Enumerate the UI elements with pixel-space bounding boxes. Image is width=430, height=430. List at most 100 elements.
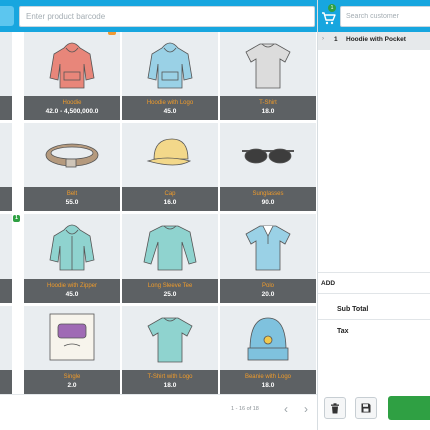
- product-tile[interactable]: Hoodie 42.0 - 4,500,000.0 12: [24, 32, 120, 120]
- product-image: [24, 306, 120, 368]
- product-tile[interactable]: Polo 20.0: [220, 214, 316, 303]
- product-image: [24, 32, 120, 94]
- product-name: Hoodie with Zipper: [46, 283, 98, 289]
- product-price: 90.0: [261, 199, 275, 206]
- zip-hoodie-icon: [49, 224, 95, 271]
- product-name: Long Sleeve Tee: [147, 283, 193, 289]
- product-tile[interactable]: Single 2.0: [24, 306, 120, 394]
- checkout-button[interactable]: [388, 396, 430, 420]
- album-icon: [49, 313, 95, 361]
- add-row[interactable]: ADD: [318, 272, 430, 294]
- product-tile[interactable]: Long Sleeve Tee 25.0: [122, 214, 218, 303]
- cart-line-item[interactable]: › 1 Hoodie with Pocket: [318, 32, 430, 50]
- product-price: 18.0: [261, 382, 275, 389]
- hoodie-icon: [49, 42, 95, 89]
- product-tile[interactable]: Sunglasses 90.0: [220, 123, 316, 211]
- product-name: Cap: [164, 191, 176, 197]
- stock-badge: 12: [108, 32, 116, 35]
- cart-line-name: Hoodie with Pocket: [346, 36, 406, 43]
- stock-badge: 1: [13, 215, 20, 222]
- add-label[interactable]: ADD: [321, 280, 335, 287]
- product-name: Hoodie: [62, 100, 82, 106]
- cart-panel: 1 › 1 Hoodie with Pocket ADD Sub Total T…: [317, 0, 430, 430]
- polo-icon: [245, 225, 291, 271]
- product-name: Hoodie with Logo: [146, 100, 194, 106]
- prev-page-button[interactable]: ‹: [278, 401, 294, 417]
- product-panel: Hoodie 42.0 - 4,500,000.0 12 Hoodie with Lo…: [0, 0, 317, 430]
- product-tile[interactable]: Cap 16.0: [122, 123, 218, 211]
- next-page-button[interactable]: ›: [298, 401, 314, 417]
- product-name: Sunglasses: [252, 191, 284, 197]
- product-grid: Hoodie 42.0 - 4,500,000.0 12 Hoodie with Lo…: [0, 32, 317, 394]
- product-label-bar: Belt 55.0: [24, 187, 120, 211]
- product-name: Single: [63, 374, 81, 380]
- pagination-bar: 1 - 16 of 18 ‹ ›: [0, 394, 317, 430]
- trash-icon: [331, 402, 339, 413]
- product-label-bar: Sunglasses 90.0: [220, 187, 316, 211]
- tax-row: Tax: [318, 321, 430, 343]
- product-label-bar: [0, 96, 12, 120]
- product-image: [122, 306, 218, 368]
- product-label-bar: Long Sleeve Tee 25.0: [122, 279, 218, 303]
- product-label-bar: Cap 16.0: [122, 187, 218, 211]
- product-tile[interactable]: Belt 55.0: [24, 123, 120, 211]
- product-label-bar: T-Shirt with Logo 18.0: [122, 370, 218, 394]
- expand-arrow-icon[interactable]: ›: [322, 36, 324, 42]
- product-price: 16.0: [163, 199, 177, 206]
- product-price: 42.0 - 4,500,000.0: [45, 108, 99, 115]
- product-name: Belt: [66, 191, 78, 197]
- product-name: Beanie with Logo: [244, 374, 292, 380]
- product-image: [122, 32, 218, 94]
- product-tile[interactable]: Hoodie with Zipper 45.0: [24, 214, 120, 303]
- barcode-search-input[interactable]: [19, 6, 315, 27]
- tshirt-icon: [245, 43, 291, 89]
- product-tile-partial[interactable]: [0, 306, 12, 394]
- subtotal-row: Sub Total: [318, 298, 430, 320]
- product-label-bar: [0, 279, 12, 303]
- product-label-bar: Beanie with Logo 18.0: [220, 370, 316, 394]
- belt-icon: [45, 143, 99, 168]
- pagination-summary: 1 - 16 of 18: [231, 406, 259, 412]
- product-label-bar: Polo 20.0: [220, 279, 316, 303]
- product-price: 25.0: [163, 291, 177, 298]
- product-price: 18.0: [163, 382, 177, 389]
- long-sleeve-icon: [143, 225, 197, 271]
- product-image: [220, 214, 316, 276]
- product-image: [220, 123, 316, 185]
- delete-cart-button[interactable]: [324, 397, 346, 419]
- product-tile[interactable]: T-Shirt 18.0: [220, 32, 316, 120]
- save-cart-button[interactable]: [355, 397, 377, 419]
- product-price: 45.0: [163, 108, 177, 115]
- product-image: [122, 214, 218, 276]
- product-tile-partial[interactable]: [0, 214, 12, 303]
- product-label-bar: T-Shirt 18.0: [220, 96, 316, 120]
- product-tile[interactable]: Hoodie with Logo 45.0: [122, 32, 218, 120]
- product-label-bar: Hoodie with Zipper 45.0: [24, 279, 120, 303]
- beanie-icon: [247, 317, 289, 361]
- product-image: [24, 123, 120, 185]
- product-name: T-Shirt with Logo: [147, 374, 193, 380]
- product-tile[interactable]: Beanie with Logo 18.0: [220, 306, 316, 394]
- cart-line-quantity[interactable]: 1: [334, 36, 338, 43]
- product-image: [220, 32, 316, 94]
- product-tile-partial[interactable]: [0, 32, 12, 120]
- customer-search-input[interactable]: [340, 6, 430, 27]
- product-price: 18.0: [261, 108, 275, 115]
- product-tile-partial[interactable]: [0, 123, 12, 211]
- cap-icon: [146, 138, 192, 166]
- menu-button[interactable]: [0, 6, 14, 26]
- product-label-bar: [0, 187, 12, 211]
- product-toolbar: [0, 0, 317, 32]
- floppy-disk-icon: [361, 403, 371, 413]
- product-name: T-Shirt: [259, 100, 277, 106]
- subtotal-label: Sub Total: [337, 306, 369, 313]
- cart-button[interactable]: 1: [320, 4, 337, 26]
- pos-app: Hoodie 42.0 - 4,500,000.0 12 Hoodie with Lo…: [0, 0, 430, 430]
- cart-toolbar: 1: [318, 0, 430, 32]
- sunglasses-icon: [242, 148, 294, 164]
- product-price: 20.0: [261, 291, 275, 298]
- product-price: 45.0: [65, 291, 79, 298]
- product-tile[interactable]: T-Shirt with Logo 18.0: [122, 306, 218, 394]
- product-label-bar: Hoodie with Logo 45.0: [122, 96, 218, 120]
- product-image: [24, 214, 120, 276]
